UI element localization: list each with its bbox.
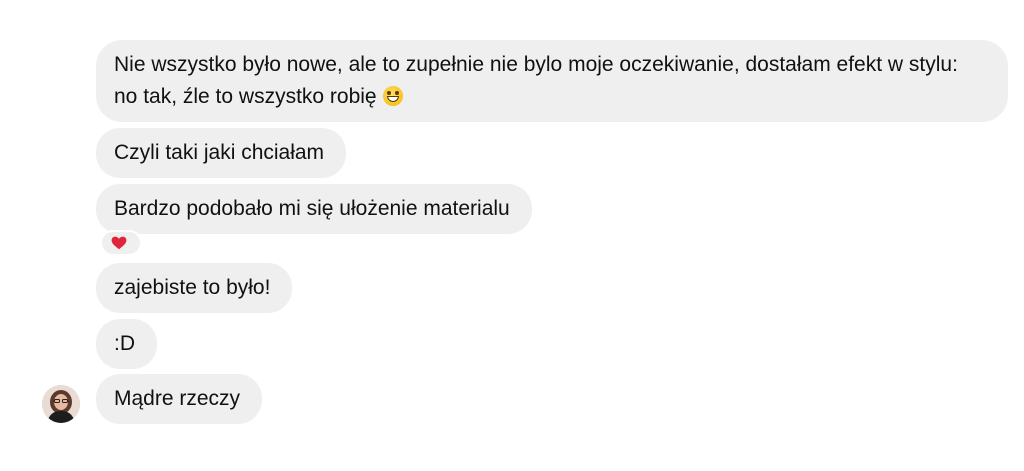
message-text-2: Czyli taki jaki chciałam bbox=[114, 141, 325, 164]
reaction-badge[interactable] bbox=[100, 230, 142, 256]
message-text-4: zajebiste to było! bbox=[114, 276, 271, 299]
message-bubble-6[interactable]: Mądre rzeczy bbox=[96, 374, 263, 424]
message-bubble-1[interactable]: Nie wszystko było nowe, ale to zupełnie … bbox=[96, 40, 1008, 122]
message-text-3: Bardzo podobało mi się ułożenie material… bbox=[114, 197, 510, 220]
message-bubble-5[interactable]: :D bbox=[96, 319, 157, 369]
red-heart-icon bbox=[111, 236, 127, 250]
message-text-6: Mądre rzeczy bbox=[114, 387, 241, 410]
message-text-5: :D bbox=[114, 332, 135, 355]
message-bubble-4[interactable]: zajebiste to było! bbox=[96, 263, 293, 313]
message-text-1: Nie wszystko było nowe, ale to zupełnie … bbox=[114, 53, 958, 108]
message-bubble-2[interactable]: Czyli taki jaki chciałam bbox=[96, 128, 347, 178]
message-thread: Nie wszystko było nowe, ale to zupełnie … bbox=[0, 0, 1024, 471]
message-bubble-3[interactable]: Bardzo podobało mi się ułożenie material… bbox=[96, 184, 532, 234]
grinning-face-emoji-icon bbox=[382, 86, 403, 106]
sender-avatar[interactable] bbox=[42, 385, 80, 423]
